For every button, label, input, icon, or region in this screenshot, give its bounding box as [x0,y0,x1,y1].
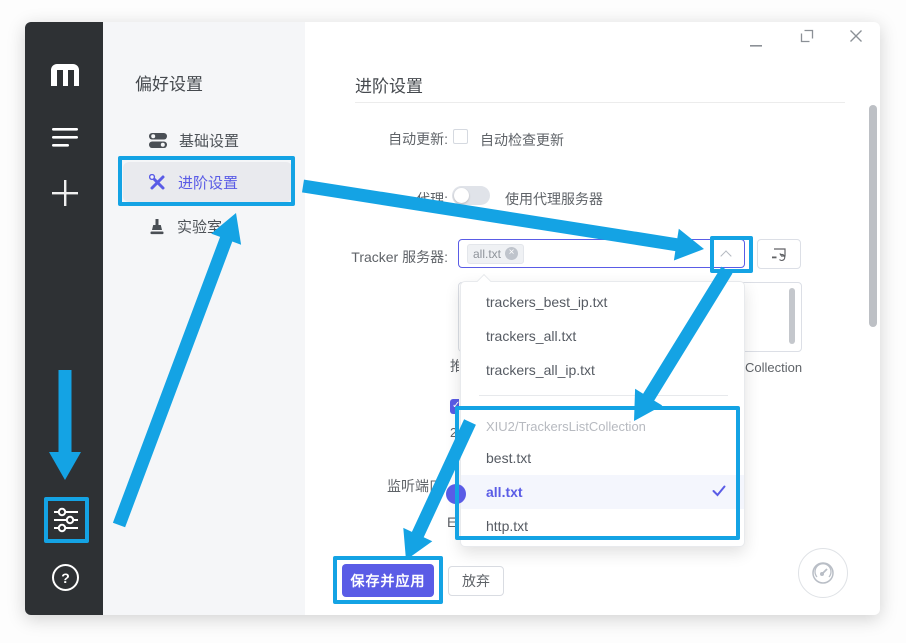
help-question-mark: ? [52,564,79,591]
textarea-scrollbar-thumb[interactable] [789,288,795,344]
preferences-nav-panel [103,22,305,615]
auto-update-checkbox-label[interactable]: 自动检查更新 [480,130,564,150]
tag-close-icon[interactable]: × [505,247,518,260]
motrix-logo-icon[interactable] [48,60,82,88]
proxy-toggle-label: 使用代理服务器 [505,189,603,209]
dropdown-divider [479,395,728,396]
dropdown-item[interactable]: best.txt [461,441,744,475]
speed-limit-button[interactable] [798,548,848,598]
title-divider [355,102,845,103]
minimize-button[interactable] [749,35,763,53]
preferences-icon[interactable] [52,506,80,534]
auto-update-checkbox[interactable] [453,129,468,144]
text-fragment-number: 2 [450,425,460,441]
toggles-icon [149,132,167,149]
tracker-select[interactable]: all.txt × [458,239,745,268]
sync-trackers-button[interactable] [757,239,801,269]
checked-checkbox-fragment: ✓ [450,399,459,414]
maximize-button[interactable] [800,29,814,48]
close-button[interactable] [849,29,863,48]
help-icon[interactable]: ? [52,564,79,591]
discard-button[interactable]: 放弃 [448,566,504,596]
add-task-icon[interactable] [50,178,80,208]
sidebar-item-basic-settings[interactable]: 基础设置 [123,120,292,160]
dropdown-item[interactable]: trackers_best_ip.txt [461,285,744,319]
sidebar-item-lab[interactable]: 实验室 [123,206,292,246]
speedometer-icon [808,558,838,588]
scrollbar-thumb[interactable] [869,105,877,327]
nav-item-label: 实验室 [177,216,222,237]
text-fragment-letter: E [447,514,457,531]
dropdown-group-label: XIU2/TrackersListCollection [486,415,646,439]
auto-update-label: 自动更新: [320,129,448,149]
screen: ? 偏好设置 基础设置 进阶设置 实验室 进阶设置 自动更新: 自 [0,0,906,643]
task-list-icon[interactable] [52,126,79,148]
nav-item-label: 进阶设置 [178,172,238,193]
nav-item-label: 基础设置 [179,130,239,151]
helper-text-fragment-1: 推 [450,356,459,373]
port-control-fragment [446,484,466,504]
sync-icon [771,246,788,262]
lab-icon [149,218,165,235]
dropdown-item[interactable]: trackers_all.txt [461,319,744,353]
selected-tag: all.txt × [467,244,524,264]
nav-title: 偏好设置 [135,70,203,95]
chevron-up-icon[interactable] [720,250,731,261]
tag-label: all.txt [473,247,501,261]
proxy-label: 代理: [320,189,448,209]
listen-port-label: 监听端口 [320,476,443,496]
dropdown-item[interactable]: http.txt [461,509,744,543]
tracker-dropdown: trackers_best_ip.txt trackers_all.txt tr… [460,281,745,547]
helper-text-fragment-2: 〈 [450,372,458,389]
page-title: 进阶设置 [355,72,423,97]
proxy-toggle[interactable] [452,186,490,205]
selected-check-icon [712,484,726,502]
dropdown-item[interactable]: trackers_all_ip.txt [461,353,744,387]
dropdown-item-selected[interactable]: all.txt [461,475,744,509]
sidebar-item-advanced-settings[interactable]: 进阶设置 [123,162,292,202]
helper-text-tail: Collection [745,360,802,375]
toggle-knob [454,188,469,203]
save-apply-button[interactable]: 保存并应用 [342,564,434,597]
tools-icon [149,174,166,191]
tracker-label: Tracker 服务器: [320,247,448,267]
